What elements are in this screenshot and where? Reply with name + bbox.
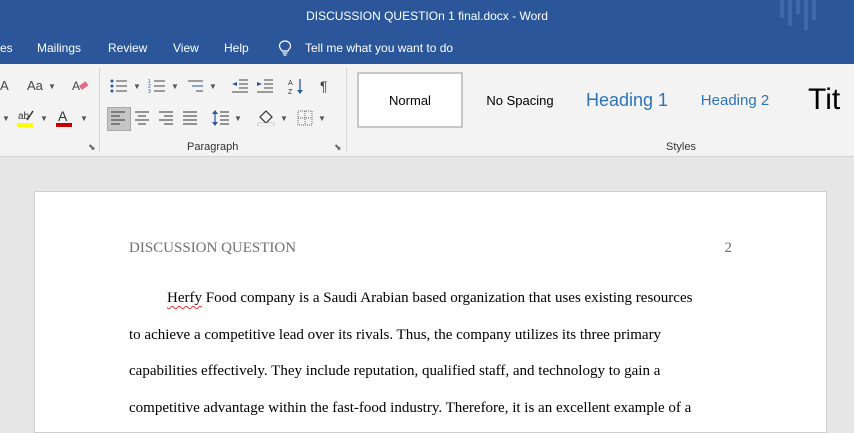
paragraph-group-label: Paragraph	[187, 141, 239, 153]
chevron-down-icon[interactable]: ▼	[133, 82, 141, 91]
style-normal[interactable]: Normal	[357, 72, 463, 128]
svg-text:3: 3	[148, 89, 151, 94]
ribbon: A Aa ▼ A ▼ ab ▼ A ▼ ⬊ ▼ 1 2 3 ▼ ▼ A Z ¶ …	[0, 64, 854, 157]
page-header-title: DISCUSSION QUESTION	[129, 240, 297, 256]
chevron-down-icon[interactable]: ▼	[80, 114, 88, 123]
tab-design-partial[interactable]: es	[0, 41, 13, 55]
style-heading-1[interactable]: Heading 1	[575, 72, 679, 128]
multilevel-list-icon[interactable]	[186, 78, 204, 94]
style-title[interactable]: Tit	[808, 72, 854, 128]
grow-font-icon[interactable]: A	[0, 78, 9, 94]
clear-formatting-icon[interactable]: A	[72, 78, 90, 94]
style-no-spacing[interactable]: No Spacing	[470, 72, 570, 128]
group-separator	[346, 68, 347, 152]
borders-icon[interactable]	[297, 110, 313, 126]
justify-icon[interactable]	[182, 110, 198, 126]
paragraph-line-2: to achieve a competitive lead over its r…	[129, 327, 662, 343]
shading-icon[interactable]	[257, 108, 275, 126]
tab-mailings[interactable]: Mailings	[37, 41, 81, 55]
style-heading-2[interactable]: Heading 2	[690, 72, 780, 128]
chevron-down-icon[interactable]: ▼	[280, 114, 288, 123]
sort-icon[interactable]: A Z	[288, 77, 304, 95]
svg-text:ab: ab	[18, 111, 30, 122]
line-spacing-icon[interactable]	[212, 109, 230, 127]
chevron-down-icon[interactable]: ▼	[40, 114, 48, 123]
numbering-icon[interactable]: 1 2 3	[148, 78, 166, 94]
window-title: DISCUSSION QUESTIOn 1 final.docx - Word	[306, 9, 548, 23]
tab-help[interactable]: Help	[224, 41, 249, 55]
tell-me-text: Tell me what you want to do	[305, 41, 454, 55]
chevron-down-icon[interactable]: ▼	[318, 114, 326, 123]
increase-indent-icon[interactable]	[256, 78, 274, 94]
group-separator	[99, 68, 100, 152]
svg-text:A: A	[58, 108, 68, 124]
paragraph-line-1-text: Food company is a Saudi Arabian based or…	[201, 290, 693, 306]
page-number: 2	[724, 240, 733, 256]
title-bar-decoration	[780, 0, 816, 30]
change-case-icon[interactable]: Aa	[27, 78, 43, 94]
decrease-indent-icon[interactable]	[231, 78, 249, 94]
paragraph-line-1: Herfy Food company is a Saudi Arabian ba…	[167, 290, 692, 307]
align-center-icon[interactable]	[134, 110, 150, 126]
paragraph-line-3: capabilities effectively. They include r…	[129, 363, 661, 379]
misspelled-word[interactable]: Herfy	[167, 290, 202, 306]
lightbulb-icon	[278, 40, 292, 56]
styles-group-label: Styles	[666, 141, 696, 153]
bullets-icon[interactable]	[110, 78, 128, 94]
chevron-down-icon[interactable]: ▼	[234, 114, 242, 123]
chevron-down-icon[interactable]: ▼	[48, 82, 56, 91]
chevron-down-icon[interactable]: ▼	[171, 82, 179, 91]
document-page[interactable]: DISCUSSION QUESTION 2 Herfy Food company…	[34, 191, 827, 433]
title-bar: DISCUSSION QUESTIOn 1 final.docx - Word	[0, 0, 854, 32]
svg-text:A: A	[288, 80, 293, 87]
paragraph-line-4: competitive advantage within the fast-fo…	[129, 400, 692, 416]
show-formatting-marks-icon[interactable]: ¶	[320, 78, 328, 94]
align-right-icon[interactable]	[158, 110, 174, 126]
chevron-down-icon[interactable]: ▼	[2, 114, 10, 123]
svg-text:A: A	[72, 79, 80, 93]
svg-text:Z: Z	[288, 89, 293, 95]
align-left-icon	[111, 111, 125, 125]
tab-view[interactable]: View	[173, 41, 199, 55]
paragraph-dialog-launcher-icon[interactable]: ⬊	[334, 142, 342, 153]
chevron-down-icon[interactable]: ▼	[209, 82, 217, 91]
text-highlight-icon[interactable]: ab	[17, 108, 37, 128]
font-dialog-launcher-icon[interactable]: ⬊	[88, 142, 96, 153]
ribbon-tabs: es Mailings Review View Help Tell me wha…	[0, 32, 854, 64]
tab-review[interactable]: Review	[108, 41, 147, 55]
font-color-icon[interactable]: A	[56, 108, 74, 128]
